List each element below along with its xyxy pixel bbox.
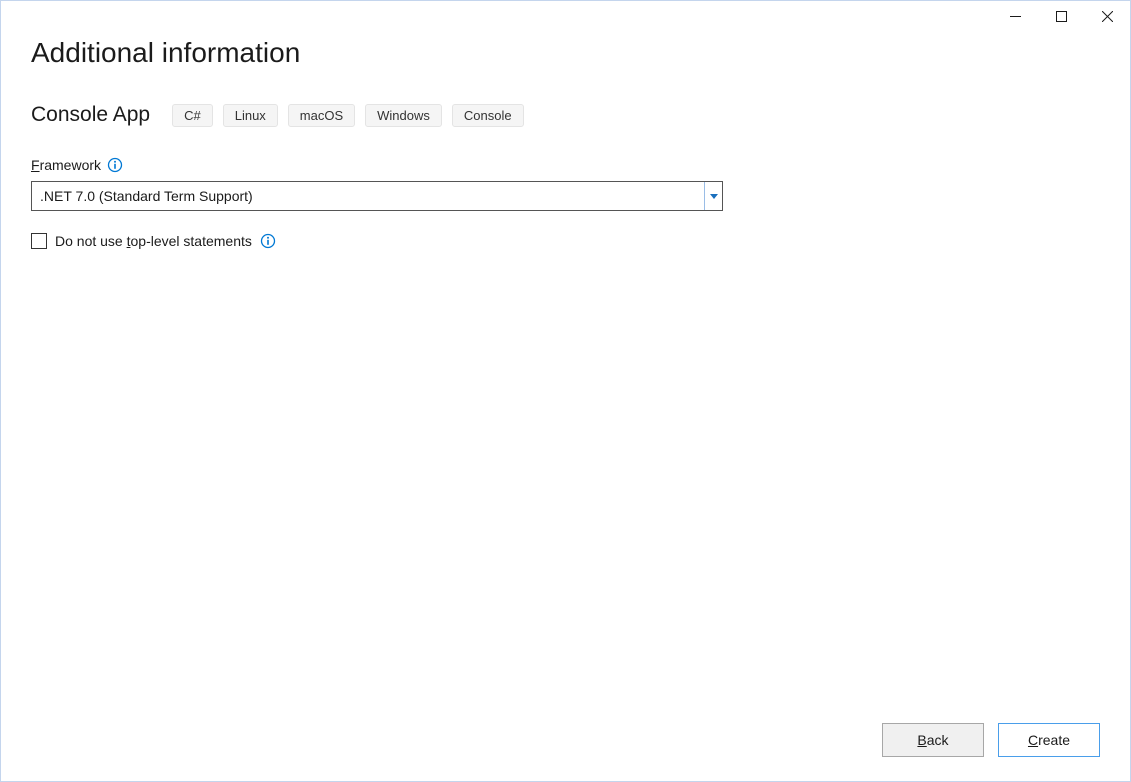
back-button[interactable]: Back	[882, 723, 984, 757]
dialog-footer: Back Create	[882, 723, 1100, 757]
template-tag: macOS	[288, 104, 355, 127]
info-icon[interactable]	[260, 233, 276, 249]
template-tag: Windows	[365, 104, 442, 127]
top-level-statements-label: Do not use top-level statements	[55, 233, 252, 249]
template-tag: Console	[452, 104, 524, 127]
top-level-statements-row: Do not use top-level statements	[31, 233, 1100, 249]
create-button[interactable]: Create	[998, 723, 1100, 757]
template-name: Console App	[31, 103, 150, 127]
template-tag: C#	[172, 104, 213, 127]
framework-dropdown[interactable]: .NET 7.0 (Standard Term Support)	[31, 181, 723, 211]
framework-selected-value: .NET 7.0 (Standard Term Support)	[32, 182, 704, 210]
dropdown-chevron-icon[interactable]	[704, 182, 722, 210]
dialog-content: Additional information Console App C# Li…	[1, 1, 1130, 249]
close-button[interactable]	[1084, 1, 1130, 31]
maximize-button[interactable]	[1038, 1, 1084, 31]
page-title: Additional information	[31, 37, 1100, 69]
template-tag: Linux	[223, 104, 278, 127]
template-summary-row: Console App C# Linux macOS Windows Conso…	[31, 103, 1100, 127]
top-level-statements-checkbox[interactable]	[31, 233, 47, 249]
minimize-button[interactable]	[992, 1, 1038, 31]
framework-label-text: Framework	[31, 157, 101, 173]
window-titlebar	[992, 1, 1130, 33]
framework-label: Framework	[31, 157, 1100, 173]
info-icon[interactable]	[107, 157, 123, 173]
